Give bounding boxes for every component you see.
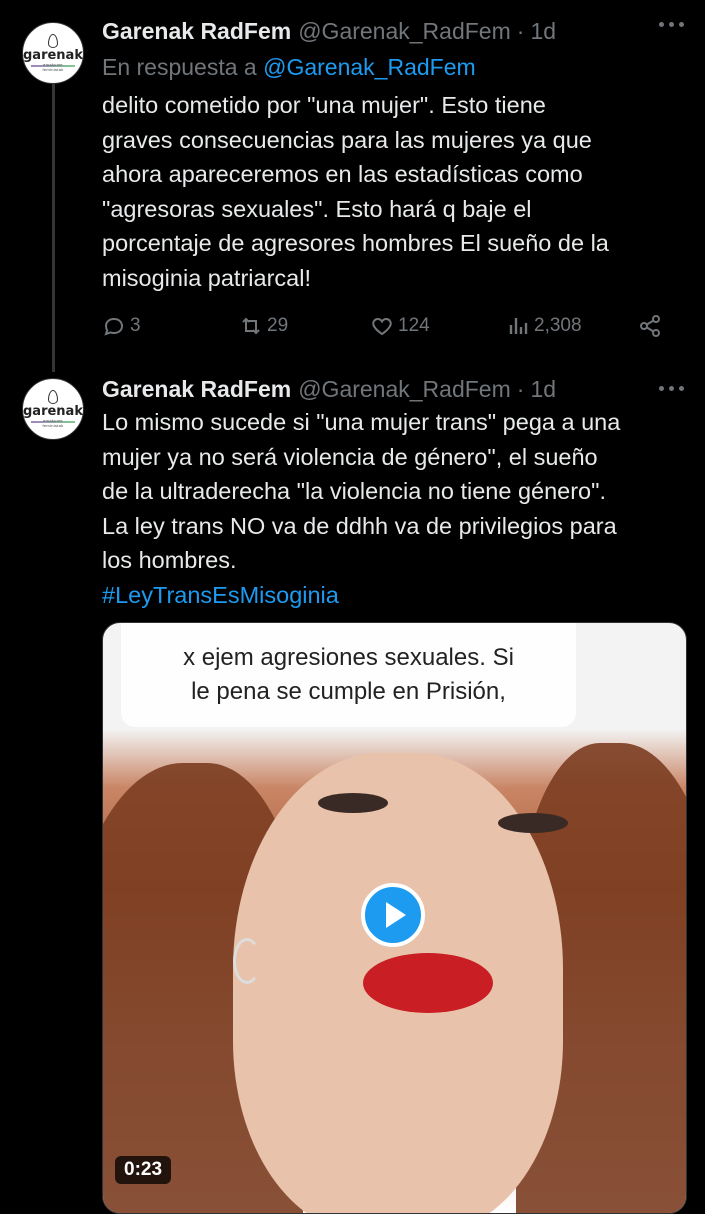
- video-frame-lips: [363, 953, 493, 1013]
- repost-icon: [242, 317, 260, 335]
- timestamp[interactable]: 1d: [530, 376, 556, 403]
- video-duration: 0:23: [115, 1156, 172, 1184]
- avatar[interactable]: garenak emakume feministak: [22, 378, 84, 440]
- repost-button[interactable]: 29: [239, 314, 288, 338]
- video-frame-eye: [498, 813, 568, 833]
- text-line: graves consecuencias para las mujeres ya…: [102, 126, 592, 153]
- tweet-header: Garenak RadFem @Garenak_RadFem · 1d: [102, 16, 556, 46]
- display-name[interactable]: Garenak RadFem: [102, 18, 291, 45]
- video-frame-earring: [233, 938, 261, 984]
- tweet-actions: 3 29 124 2,308: [102, 314, 672, 344]
- views-icon: [509, 318, 528, 334]
- share-button[interactable]: [638, 314, 666, 338]
- reply-context: En respuesta a @Garenak_RadFem: [102, 54, 476, 81]
- caption-line: x ejem agresiones sexuales. Si: [183, 644, 514, 671]
- avatar[interactable]: garenak emakume feministak: [22, 22, 84, 84]
- display-name[interactable]: Garenak RadFem: [102, 376, 291, 403]
- more-icon[interactable]: [659, 386, 685, 394]
- like-button[interactable]: 124: [370, 314, 430, 338]
- play-icon: [385, 902, 406, 928]
- video-player[interactable]: x ejem agresiones sexuales. Si le pena s…: [102, 622, 687, 1214]
- text-line: de la ultraderecha "la violencia no tien…: [102, 478, 606, 504]
- handle[interactable]: @Garenak_RadFem: [298, 376, 511, 403]
- text-line: "agresoras sexuales". Esto hará q baje e…: [102, 195, 532, 222]
- views-button[interactable]: 2,308: [506, 314, 582, 338]
- like-count: 124: [398, 315, 430, 336]
- tweet-text: delito cometido por "una mujer". Esto ti…: [102, 88, 692, 295]
- text-line: delito cometido por "una mujer". Esto ti…: [102, 92, 546, 118]
- hashtag-link[interactable]: #LeyTransEsMisoginia: [102, 578, 692, 613]
- avatar-stripe: [31, 421, 75, 423]
- more-icon[interactable]: [659, 22, 685, 30]
- text-line: ahora apareceremos en las estadísticas c…: [102, 161, 583, 187]
- repost-count: 29: [267, 315, 289, 336]
- text-line: La ley trans NO va de ddhh va de privile…: [102, 512, 617, 539]
- video-caption: x ejem agresiones sexuales. Si le pena s…: [121, 623, 576, 727]
- views-count: 2,308: [534, 315, 582, 336]
- play-button[interactable]: [361, 883, 425, 947]
- tweet-text: Lo mismo sucede si "una mujer trans" peg…: [102, 405, 692, 612]
- timestamp[interactable]: 1d: [530, 18, 556, 45]
- text-line: mujer ya no será violencia de género", e…: [102, 443, 598, 470]
- reply-mention-link[interactable]: @Garenak_RadFem: [263, 54, 476, 80]
- tweet-1[interactable]: garenak emakume feministak Garenak RadFe…: [0, 12, 705, 362]
- heart-icon: [372, 317, 392, 336]
- avatar-brand: garenak: [23, 48, 83, 63]
- text-line: misoginia patriarcal!: [102, 264, 311, 291]
- text-line: porcentaje de agresores hombres El sueño…: [102, 230, 609, 256]
- logo-leaf-icon: [48, 34, 58, 48]
- video-frame-eye: [318, 793, 388, 813]
- separator: ·: [516, 17, 525, 44]
- caption-line: le pena se cumple en Prisión,: [191, 678, 506, 705]
- reply-count: 3: [130, 315, 141, 336]
- handle[interactable]: @Garenak_RadFem: [298, 18, 511, 45]
- reply-button[interactable]: 3: [102, 314, 141, 338]
- avatar-sub: feministak: [42, 423, 64, 428]
- reply-icon: [104, 317, 124, 336]
- share-icon: [640, 315, 660, 337]
- tweet-header: Garenak RadFem @Garenak_RadFem · 1d: [102, 374, 556, 404]
- avatar-stripe: [31, 65, 75, 67]
- text-line: los hombres.: [102, 547, 237, 573]
- avatar-sub: feministak: [42, 67, 64, 72]
- text-line: Lo mismo sucede si "una mujer trans" peg…: [102, 409, 621, 435]
- reply-prefix: En respuesta a: [102, 54, 257, 80]
- logo-leaf-icon: [48, 390, 58, 404]
- avatar-brand: garenak: [23, 404, 83, 419]
- separator: ·: [516, 375, 525, 402]
